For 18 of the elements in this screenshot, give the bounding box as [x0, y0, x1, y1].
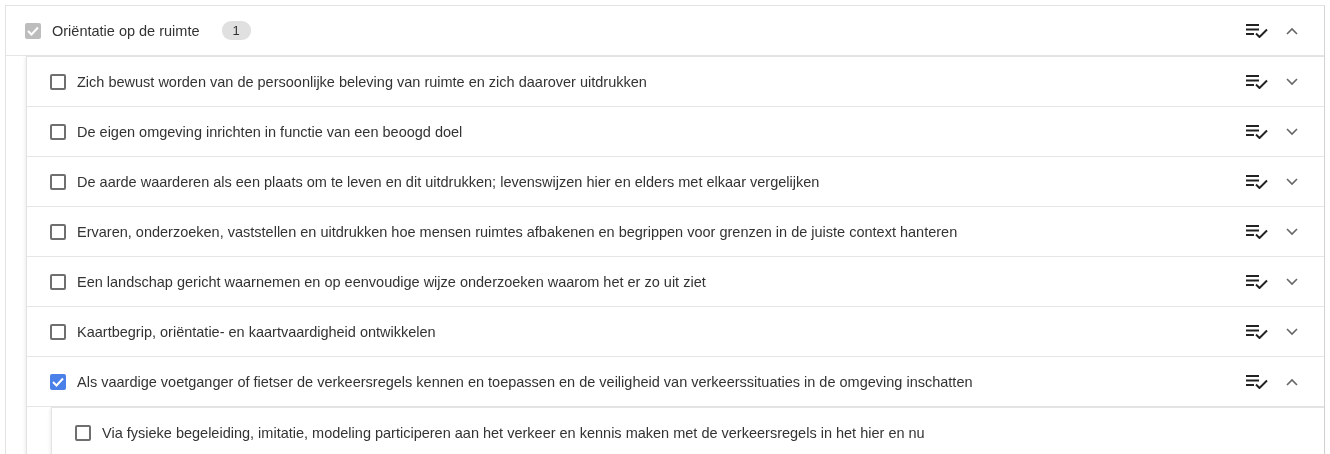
- goal-label: Kaartbegrip, oriëntatie- en kaartvaardigheid ontwikkelen: [77, 323, 436, 340]
- goal-label: Zich bewust worden van de persoonlijke beleving van ruimte en zich daarover uitdrukken: [77, 73, 647, 90]
- goal-label: Via fysieke begeleiding, imitatie, modeling participeren aan het verkeer en kennis maken met de verkeersregels in het hier en nu: [102, 424, 925, 441]
- goal-label: Als vaardige voetganger of fietser de verkeersregels kennen en toepassen en de veiligheid van verkeerssituaties in de omgeving inschatten: [77, 373, 973, 390]
- goal-label: Oriëntatie op de ruimte: [52, 22, 200, 39]
- count-badge: 1: [221, 21, 251, 40]
- checklist-icon[interactable]: [1246, 274, 1268, 289]
- goal-label: Een landschap gericht waarnemen en op eenvoudige wijze onderzoeken waarom het er zo uit ziet: [77, 273, 706, 290]
- checklist-icon[interactable]: [1246, 74, 1268, 89]
- checklist-icon[interactable]: [1246, 124, 1268, 139]
- goal-label: Ervaren, onderzoeken, vaststellen en uitdrukken hoe mensen ruimtes afbakenen en begrippen voor grenzen in de juiste context hanteren: [77, 223, 958, 240]
- checklist-icon[interactable]: [1246, 374, 1268, 389]
- checklist-icon[interactable]: [1246, 23, 1268, 38]
- checklist-icon[interactable]: [1246, 174, 1268, 189]
- checklist-icon[interactable]: [1246, 324, 1268, 339]
- checklist-icon[interactable]: [1246, 224, 1268, 239]
- goal-label: De eigen omgeving inrichten in functie van een beoogd doel: [77, 123, 463, 140]
- goal-label: De aarde waarderen als een plaats om te leven en dit uitdrukken; levenswijzen hier en elders met elkaar vergelijken: [77, 173, 820, 190]
